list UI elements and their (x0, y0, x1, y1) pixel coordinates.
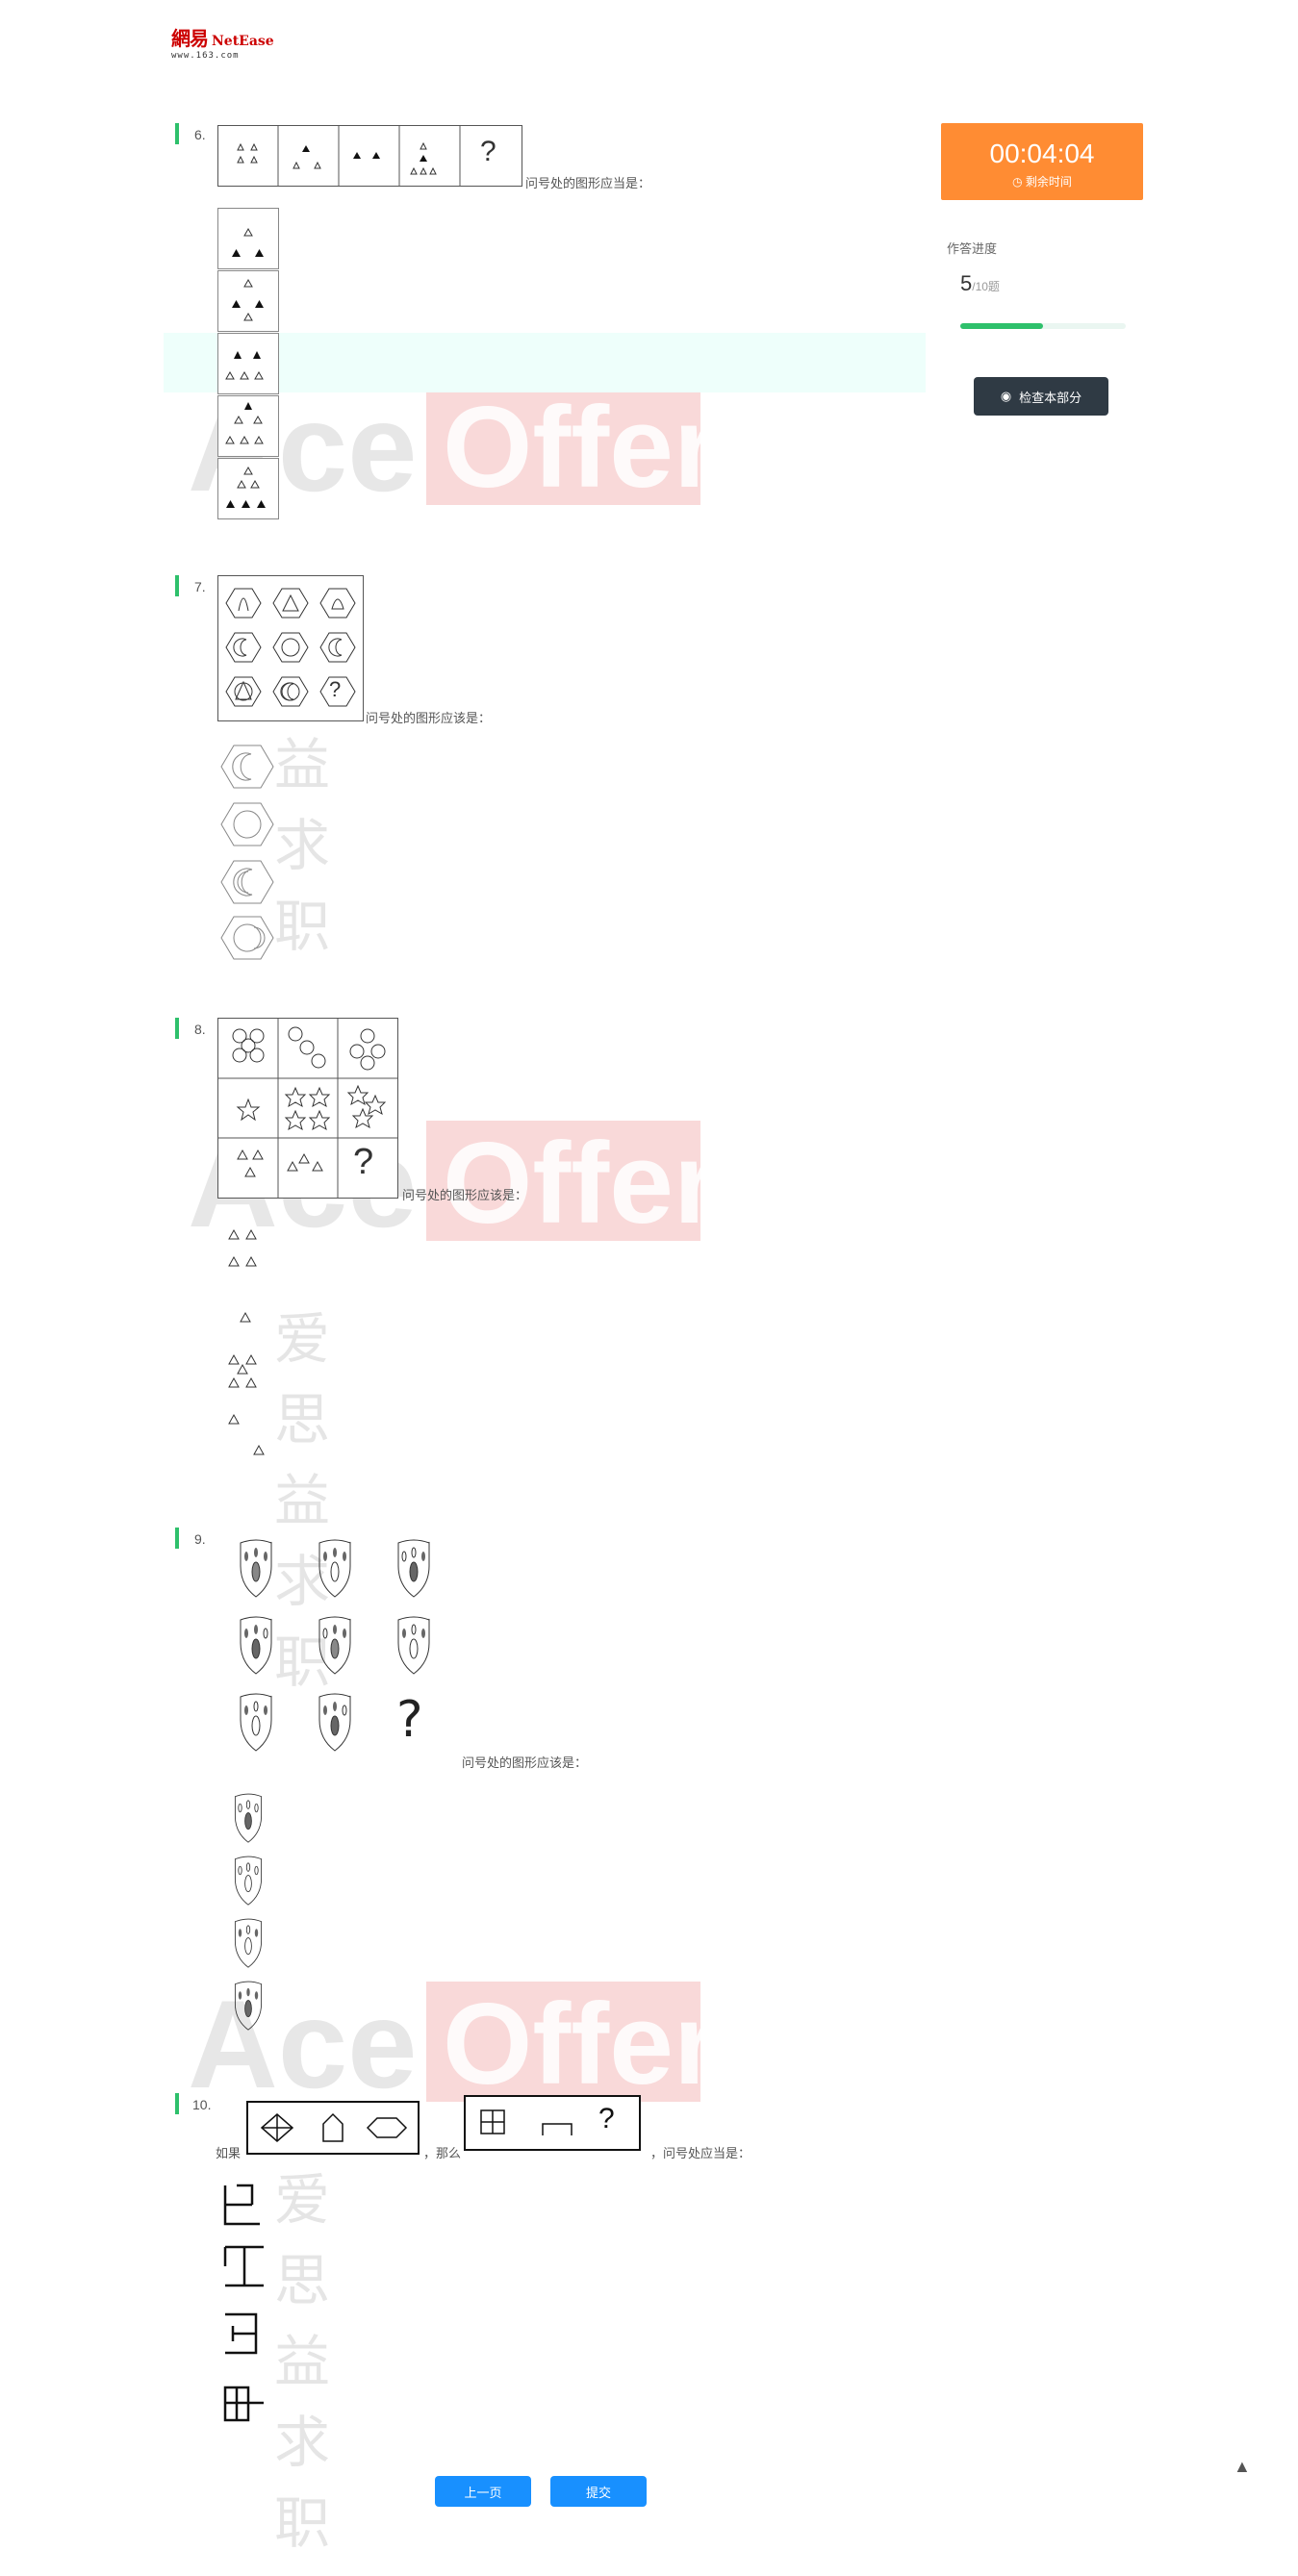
progress-label: 作答进度 (947, 241, 998, 256)
countdown-timer: 00:04:04 ◷ 剩余时间 (941, 123, 1143, 200)
q7-option-c[interactable] (217, 858, 277, 911)
q8-option-c-svg (228, 1353, 257, 1388)
question-number: 6. (194, 127, 206, 142)
question-prompt: 问号处的图形应该是： (402, 1188, 528, 1202)
q9-option-b-svg (234, 1856, 263, 1906)
q7-figure: ? (217, 575, 364, 721)
q10-option-c[interactable] (217, 2307, 275, 2365)
q6-option-d-svg (225, 402, 264, 444)
q8-option-d-svg (228, 1413, 265, 1455)
question-mark: ? (329, 677, 342, 701)
progress-bar (960, 323, 1126, 329)
q8-option-b-svg (240, 1311, 251, 1323)
watermark-offer: Offer (443, 1980, 719, 2109)
q8-option-a[interactable] (223, 1224, 271, 1273)
q6-option-c-svg (225, 351, 264, 380)
timer-label: 剩余时间 (1025, 175, 1072, 189)
question-marker (175, 1528, 179, 1549)
q7-option-a[interactable] (217, 743, 277, 796)
q7-option-a-svg (220, 745, 274, 789)
q9-option-c-svg (234, 1918, 263, 1968)
progress-total: /10题 (972, 280, 1000, 293)
q8-option-d[interactable] (223, 1408, 281, 1463)
q10-then-figure: ? (464, 2095, 641, 2151)
q6-option-e[interactable] (217, 458, 279, 519)
question-marker (175, 2093, 179, 2114)
question-mark: ? (396, 1691, 423, 1749)
question-mark: ? (480, 136, 496, 167)
check-section-label: 检查本部分 (1019, 390, 1082, 405)
logo-url: www.163.com (171, 51, 240, 61)
question-marker (175, 1018, 179, 1039)
watermark-offer: Offer (443, 383, 719, 512)
q7-option-b[interactable] (217, 800, 277, 853)
question-prompt: 问号处的图形应当是： (525, 176, 651, 190)
q6-figure: ? (217, 125, 522, 187)
q7-option-d-svg (220, 916, 274, 960)
question-marker (175, 575, 179, 596)
q9-option-d[interactable] (219, 1977, 277, 2039)
q7-figure-svg (225, 588, 356, 707)
q7-option-d[interactable] (217, 914, 277, 967)
q10-if-figure (246, 2101, 420, 2155)
clock-icon: ◷ (1012, 175, 1023, 189)
q6-option-a-svg (232, 227, 264, 257)
q7-option-b-svg (220, 802, 274, 846)
progress-count: 5/10题 (960, 271, 1000, 296)
q7-option-c-svg (220, 860, 274, 904)
question-marker (175, 123, 179, 144)
q6-option-c[interactable] (217, 333, 279, 394)
watermark-offer: Offer (443, 1119, 719, 1248)
q6-option-b-svg (232, 278, 264, 321)
q9-option-c[interactable] (219, 1914, 277, 1977)
q9-option-a-svg (234, 1793, 263, 1843)
logo-cn: 網易 (171, 27, 209, 50)
q9-option-d-svg (234, 1981, 263, 2031)
q10-option-d[interactable] (217, 2374, 275, 2433)
q10-option-b-svg (223, 2245, 264, 2287)
progress-done: 5 (960, 271, 973, 295)
logo-en: NetEase (212, 34, 274, 49)
question-mark: ? (598, 2103, 615, 2134)
q6-figure-svg (237, 126, 461, 186)
q10-if-figure-svg (260, 2112, 408, 2142)
q6-option-b[interactable] (217, 270, 279, 332)
question-prompt: 问号处的图形应该是： (366, 711, 492, 725)
q10-option-b[interactable] (217, 2239, 275, 2298)
timer-label-row: ◷ 剩余时间 (941, 173, 1143, 189)
q8-option-b[interactable] (237, 1306, 260, 1330)
question-mark: ? (353, 1142, 374, 1182)
question-number: 7. (194, 579, 206, 594)
submit-button[interactable]: 提交 (550, 2476, 647, 2507)
question-number: 9. (194, 1531, 206, 1547)
netease-logo: 網易 NetEase www.163.com (171, 23, 277, 61)
progress-bar-fill (960, 323, 1043, 329)
q6-option-e-svg (226, 466, 266, 508)
rocket-icon[interactable]: ▲ (1234, 2457, 1251, 2477)
q10-option-d-svg (223, 2386, 264, 2422)
question-prompt-if: 如果 (216, 2146, 242, 2160)
q9-figure-svg (240, 1539, 430, 1752)
q6-option-d[interactable] (217, 395, 279, 457)
question-prompt-end: ，问号处应当是： (650, 2146, 751, 2160)
q10-option-c-svg (225, 2312, 258, 2355)
q8-option-c[interactable] (223, 1349, 271, 1396)
watermark-cn: 爱思益求职 (274, 2167, 339, 2556)
question-prompt: 问号处的图形应该是： (462, 1755, 588, 1770)
question-prompt-then: ，那么 (423, 2146, 462, 2160)
q8-option-a-svg (228, 1228, 257, 1267)
q10-option-a[interactable] (217, 2178, 275, 2236)
q9-option-b[interactable] (219, 1852, 277, 1914)
eye-icon: ◉ (1000, 389, 1012, 403)
question-number: 10. (192, 2097, 212, 2112)
q6-option-a[interactable] (217, 208, 279, 269)
prev-page-button[interactable]: 上一页 (435, 2476, 531, 2507)
question-number: 8. (194, 1022, 206, 1037)
q9-option-a[interactable] (219, 1789, 277, 1852)
check-section-button[interactable]: ◉ 检查本部分 (974, 377, 1108, 416)
q10-option-a-svg (223, 2184, 260, 2226)
q8-figure: ? (217, 1018, 398, 1199)
q9-figure: ? (221, 1528, 462, 1773)
timer-value: 00:04:04 (989, 139, 1095, 168)
